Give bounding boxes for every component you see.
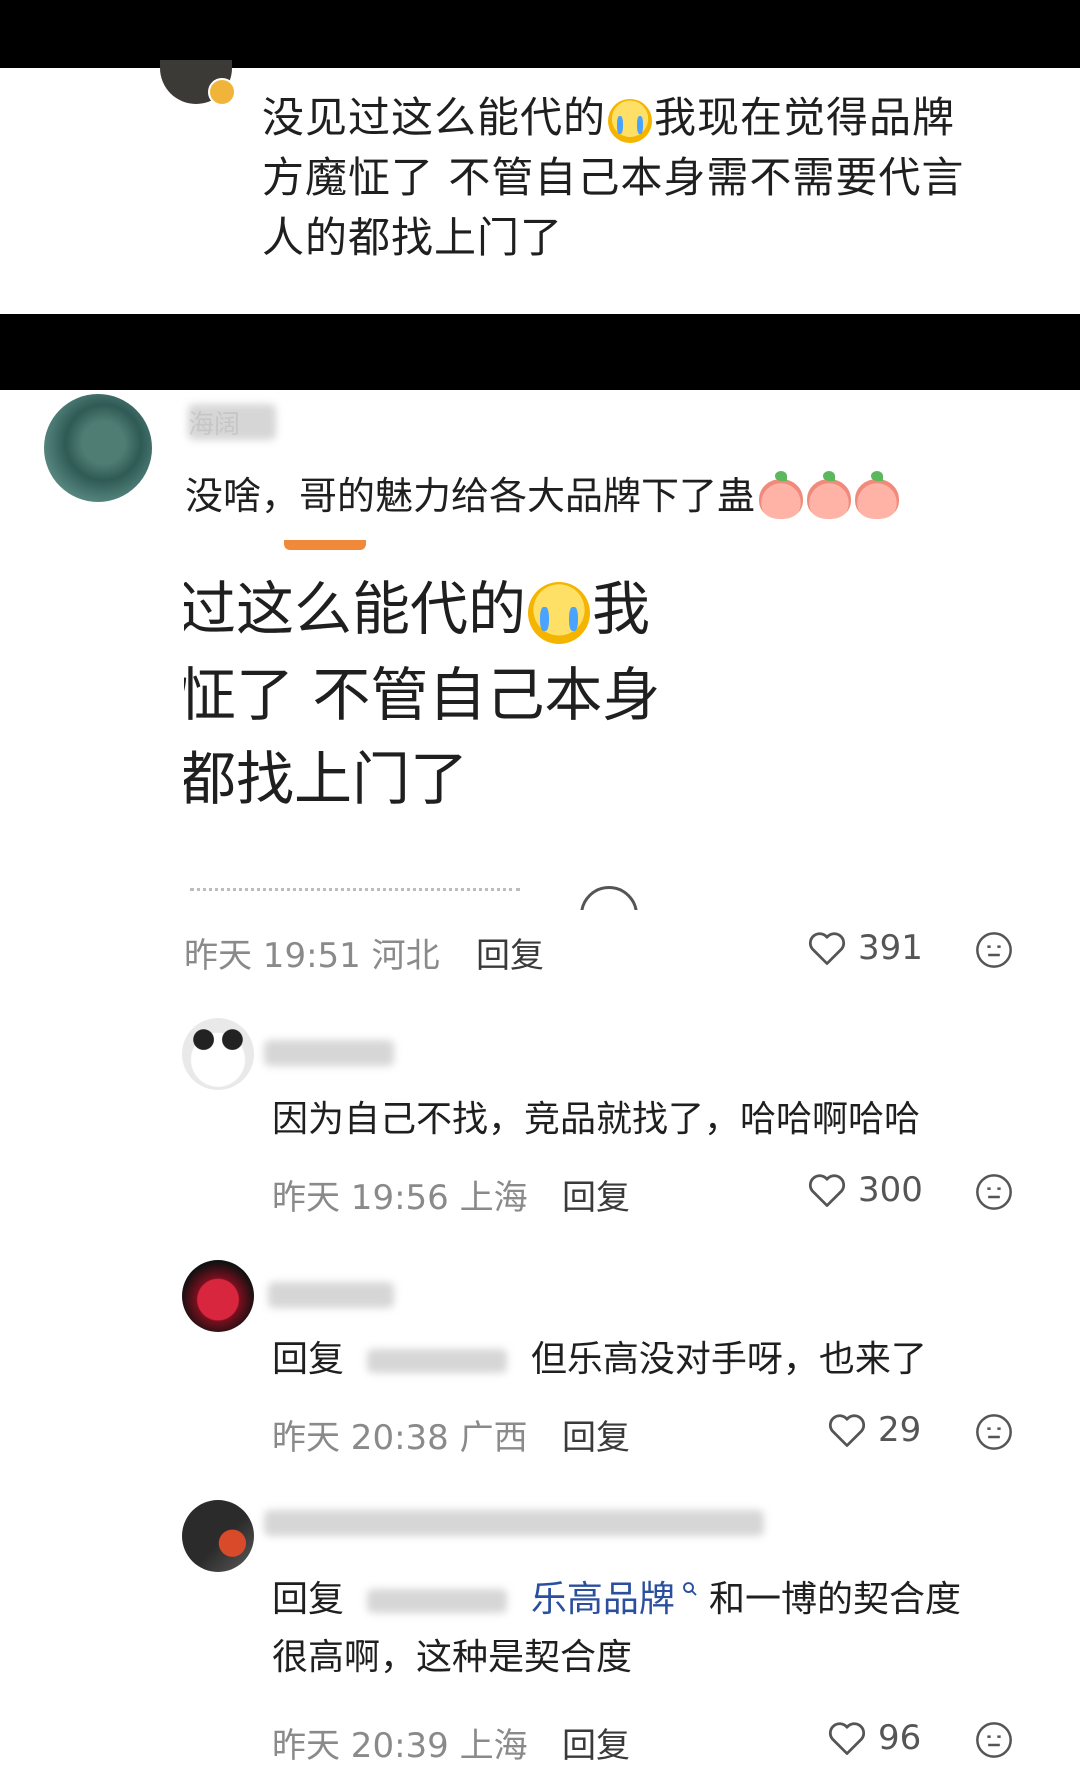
heart-icon — [806, 1171, 848, 1209]
reply-3-mention[interactable] — [367, 1589, 508, 1613]
reply-3-meta: 昨天 20:39 上海 — [272, 1726, 528, 1766]
reply-3-like-count: 96 — [878, 1718, 922, 1758]
heart-icon — [826, 1411, 868, 1449]
heart-icon — [806, 929, 848, 967]
search-icon[interactable] — [681, 1580, 699, 1598]
reply-2-mention[interactable] — [367, 1349, 508, 1373]
reply-3-reply-button[interactable]: 回复 — [562, 1718, 630, 1767]
main-more-button[interactable] — [974, 930, 1014, 970]
reply-1-meta: 昨天 19:56 上海 — [272, 1178, 528, 1218]
main-comment-meta: 昨天 19:51 河北 — [184, 936, 440, 976]
reply-2-like-button[interactable]: 29 — [826, 1410, 921, 1450]
reply-2-like-count: 29 — [878, 1410, 922, 1450]
quoted-screenshot-image[interactable]: 过这么能代的我 怔了 不管自己本身 都找上门了 — [184, 540, 660, 910]
reply-1-username[interactable] — [264, 1040, 394, 1066]
main-comment-username[interactable]: 海阔 — [188, 404, 278, 444]
peach-emoji-icon — [807, 470, 852, 519]
crying-emoji-icon — [528, 581, 591, 644]
face-icon — [976, 1414, 1012, 1450]
main-comment-avatar[interactable] — [44, 394, 152, 502]
orange-tag — [284, 540, 366, 550]
peach-emoji-icon — [855, 470, 900, 519]
quoted-line-3: 都找上门了 — [184, 745, 469, 813]
reply-2-more-button[interactable] — [974, 1412, 1014, 1452]
top-black-bar — [0, 0, 1080, 68]
main-comment-text: 没啥，哥的魅力给各大品牌下了蛊 — [185, 468, 900, 524]
top-comment-line-2: 方魔怔了 不管自己本身需不需要代言 — [262, 153, 965, 202]
face-icon — [976, 1174, 1012, 1210]
reply-1-like-button[interactable]: 300 — [806, 1170, 923, 1210]
reply-2-text: 回复 但乐高没对手呀，也来了 — [272, 1336, 927, 1384]
top-comment-line-1: 没见过这么能代的 我现在觉得品牌 — [262, 93, 956, 143]
reply-3-body-1: 和一博的契合度 — [708, 1579, 961, 1620]
face-icon — [976, 932, 1012, 968]
reply-3-text: 回复 乐高品牌 和一博的契合度 很高啊，这种是契合度 — [272, 1576, 1052, 1682]
reply-1-like-count: 300 — [858, 1170, 923, 1210]
top-comment-line-3: 人的都找上门了 — [262, 213, 564, 262]
reply-2-meta: 昨天 20:38 广西 — [272, 1418, 528, 1458]
crying-emoji-icon — [608, 98, 653, 143]
top-comment-text: 没见过这么能代的 我现在觉得品牌 方魔怔了 不管自己本身需不需要代言 人的都找上门… — [262, 88, 1052, 268]
reply-1-more-button[interactable] — [974, 1172, 1014, 1212]
reply-3-like-button[interactable]: 96 — [826, 1718, 921, 1758]
reply-1-text: 因为自己不找，竞品就找了，哈哈啊哈哈 — [272, 1099, 921, 1140]
quoted-line-1: 过这么能代的我 — [184, 575, 651, 644]
main-like-count: 391 — [858, 928, 923, 968]
reply-3-username[interactable] — [264, 1510, 764, 1536]
main-reply-button[interactable]: 回复 — [476, 928, 544, 977]
heart-icon — [826, 1719, 868, 1757]
reply-2-body: 但乐高没对手呀，也来了 — [530, 1339, 927, 1380]
reply-2-reply-button[interactable]: 回复 — [562, 1410, 630, 1459]
face-icon — [976, 1722, 1012, 1758]
reply-3-line-1: 回复 乐高品牌 和一博的契合度 — [272, 1576, 1052, 1624]
reply-3-more-button[interactable] — [974, 1720, 1014, 1760]
middle-black-bar — [0, 314, 1080, 390]
reply-3-avatar[interactable] — [182, 1500, 254, 1572]
reply-2-avatar[interactable] — [182, 1260, 254, 1332]
reply-2-username[interactable] — [268, 1282, 394, 1308]
quoted-footer-fragment — [190, 888, 520, 910]
lego-brand-link[interactable]: 乐高品牌 — [531, 1579, 675, 1620]
main-like-button[interactable]: 391 — [806, 928, 923, 968]
reply-1-avatar[interactable] — [182, 1018, 254, 1090]
peach-emoji-icon — [759, 470, 804, 519]
quoted-comment-icon — [580, 886, 638, 910]
reply-3-line-2: 很高啊，这种是契合度 — [272, 1637, 633, 1678]
reply-2-prefix: 回复 — [272, 1339, 345, 1380]
reply-1-reply-button[interactable]: 回复 — [562, 1170, 630, 1219]
reply-3-prefix: 回复 — [272, 1579, 345, 1620]
verified-badge-icon — [208, 78, 236, 106]
quoted-line-2: 怔了 不管自己本身 — [184, 661, 660, 729]
